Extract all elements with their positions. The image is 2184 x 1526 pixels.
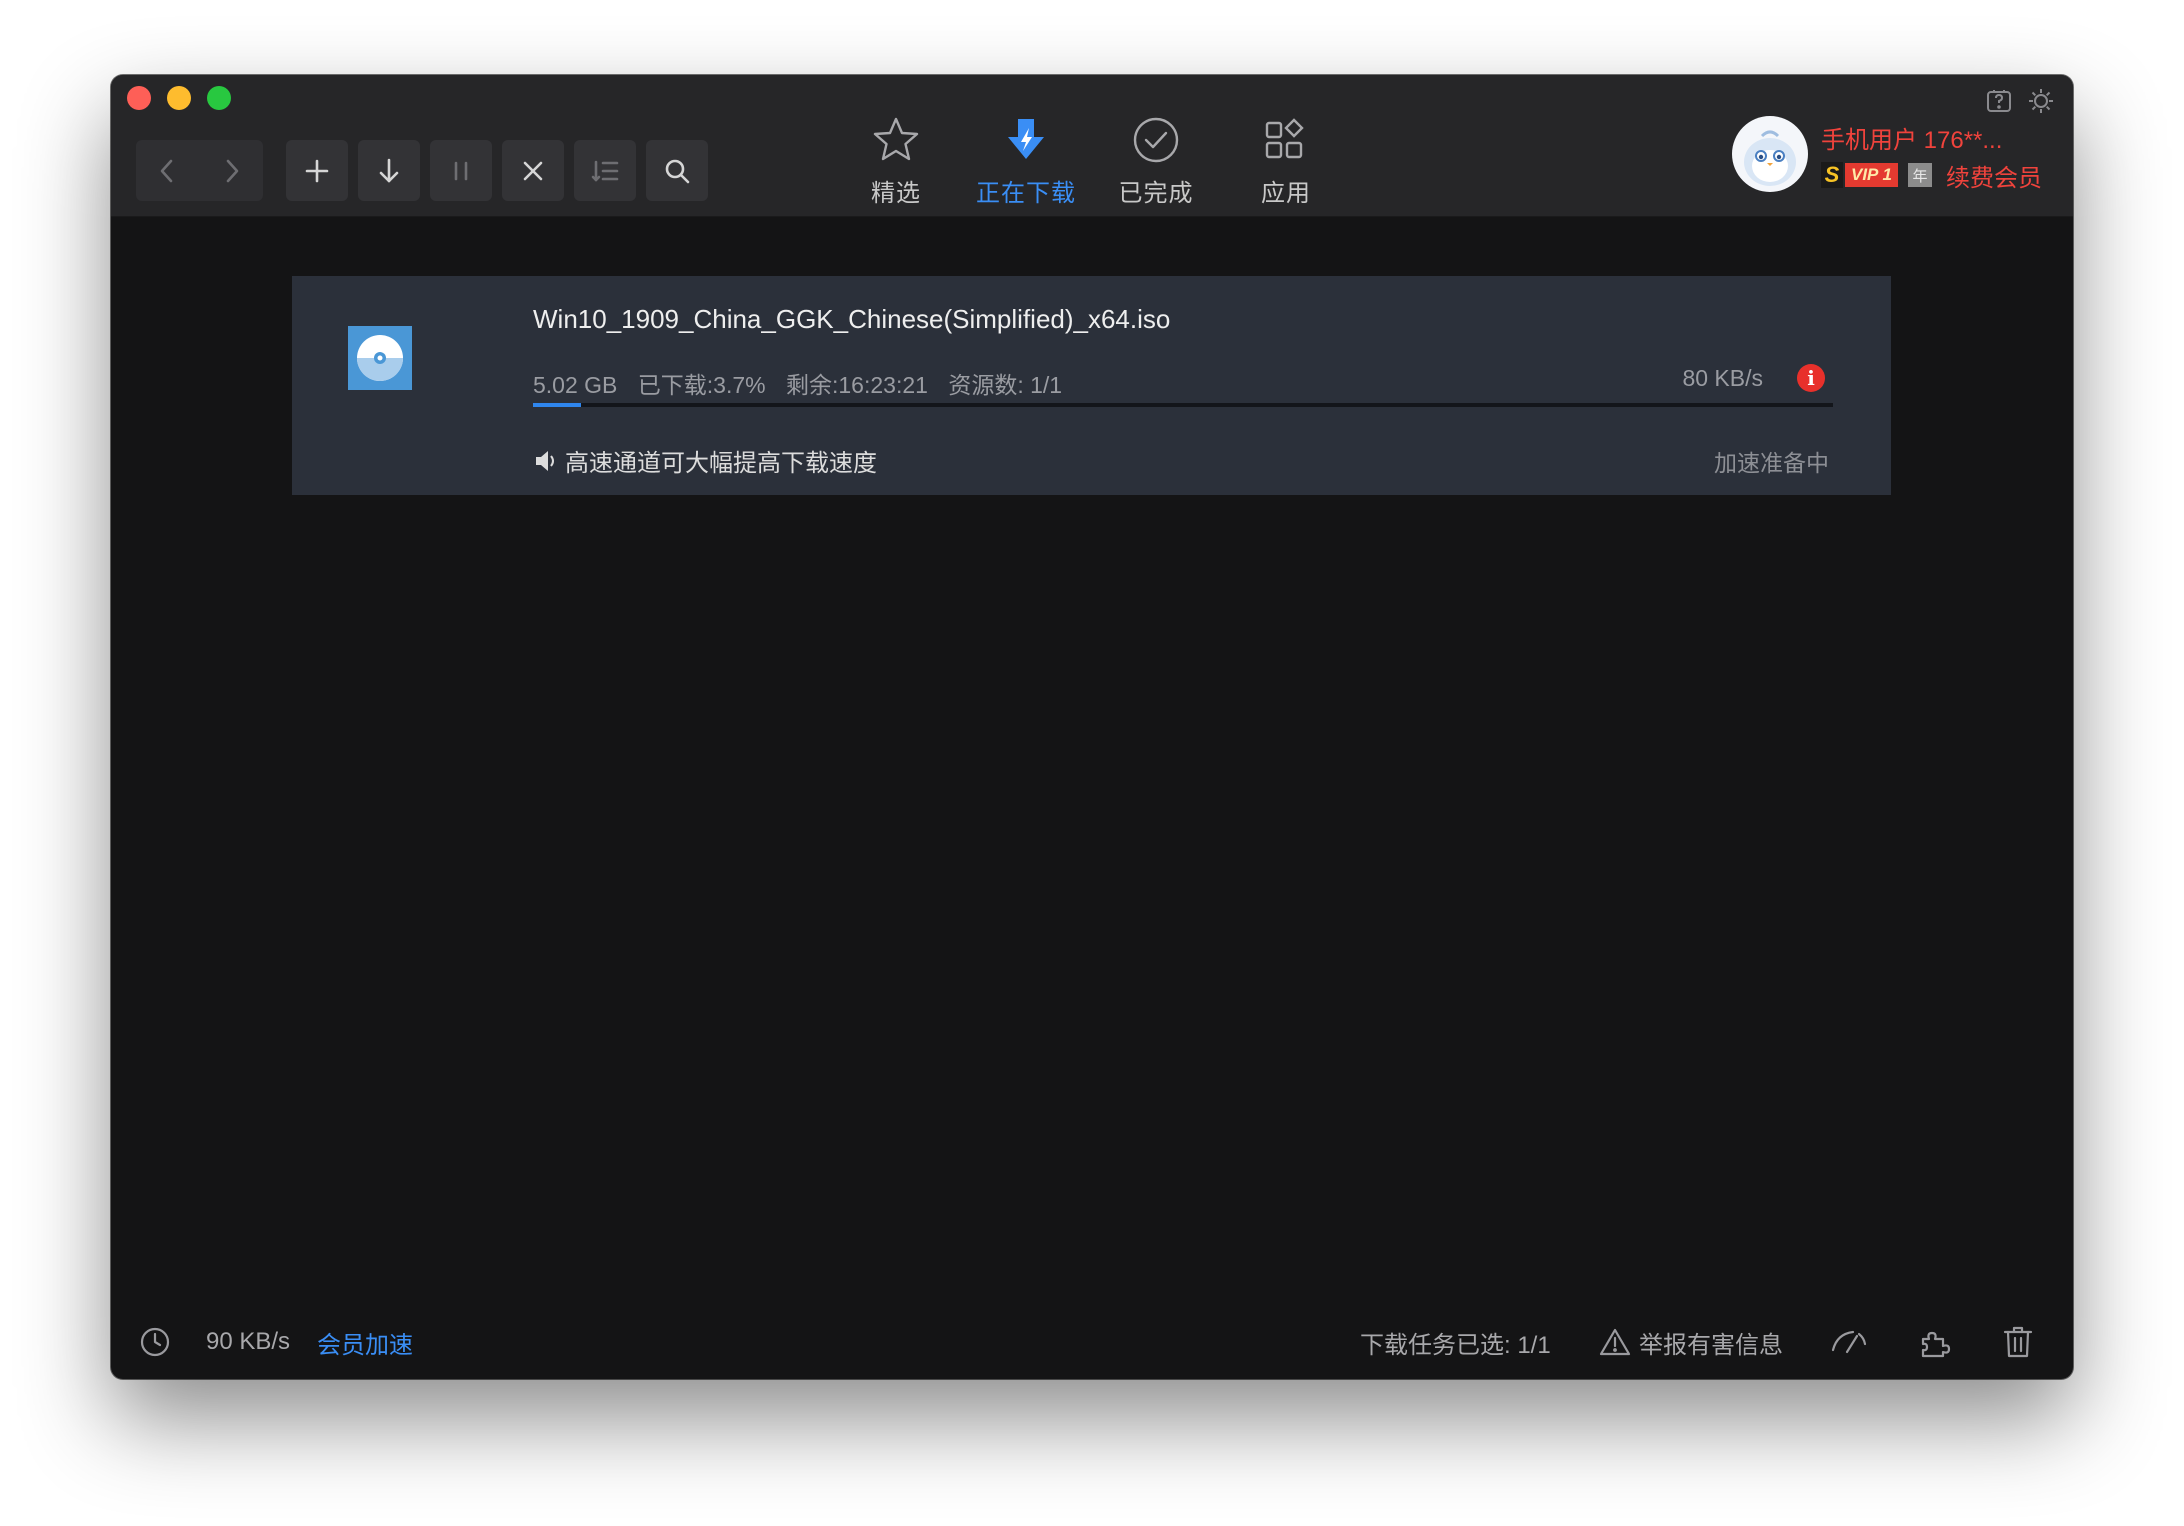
trash-button[interactable] [2002,1305,2034,1379]
selected-tasks-count: 下载任务已选: 1/1 [1360,1331,1551,1359]
add-icon [305,159,329,182]
close-icon [523,161,543,180]
help-button[interactable] [1985,87,2013,120]
task-meta: 5.02 GB 已下载:3.7% 剩余:16:23:21 资源数: 1/1 [533,366,1076,400]
iso-file-icon [348,326,412,390]
trash-icon [2003,1326,2033,1358]
pause-icon [454,161,468,180]
vip-row: S VIP 1 年 续费会员 [1821,161,2042,192]
task-remaining: 剩余:16:23:21 [786,372,928,398]
speaker-icon [536,450,554,471]
clock-icon [140,1327,170,1357]
start-download-button[interactable] [358,140,420,201]
renew-membership-link[interactable]: 续费会员 [1946,158,2042,193]
plugins-button[interactable] [1917,1305,1953,1379]
tab-apps[interactable]: 应用 [1226,109,1346,209]
super-vip-icon: S [1821,162,1843,188]
tab-downloading-label: 正在下载 [976,180,1076,207]
username[interactable]: 手机用户 176**... [1821,120,2002,155]
sort-button[interactable] [574,140,636,201]
task-speed: 80 KB/s [1682,365,1763,391]
tab-downloading[interactable]: 正在下载 [966,109,1086,209]
tab-completed-label: 已完成 [1118,180,1194,207]
info-icon[interactable]: i [1797,364,1825,392]
help-icon [1987,90,2011,112]
back-button[interactable] [136,140,198,201]
progress-bar [533,403,1833,407]
mascot-avatar-icon [1744,130,1796,186]
titlebar: 精选 正在下载 已完成 应用 手机用户 176**... S VIP 1 年 续… [111,75,2073,217]
avatar[interactable] [1732,116,1808,192]
back-icon [160,159,173,182]
report-harmful-button[interactable]: 举报有害信息 [1599,1305,1783,1379]
add-task-button[interactable] [286,140,348,201]
search-icon [665,159,690,183]
search-button[interactable] [646,140,708,201]
speed-channel-promo[interactable]: 高速通道可大幅提高下载速度 [533,443,877,478]
puzzle-icon [1921,1331,1951,1358]
pause-button[interactable] [430,140,492,201]
promo-text: 高速通道可大幅提高下载速度 [565,450,877,477]
window-close-button[interactable] [127,86,151,110]
gear-icon [2029,89,2053,113]
vip-accel-link[interactable]: 会员加速 [317,1305,413,1379]
speed-limit-button[interactable] [1829,1305,1869,1379]
task-filename: Win10_1909_China_GGK_Chinese(Simplified)… [533,304,1171,334]
forward-icon [226,159,239,182]
download-icon [379,158,399,182]
window-minimize-button[interactable] [167,86,191,110]
progress-bar-fill [533,403,582,407]
settings-button[interactable] [2027,87,2055,120]
tab-featured-label: 精选 [871,180,921,207]
total-speed: 90 KB/s [206,1328,291,1355]
download-bolt-icon [1008,119,1044,159]
delete-task-button[interactable] [502,140,564,201]
accel-status: 加速准备中 [1714,450,1829,476]
sort-icon [591,160,619,181]
report-label: 举报有害信息 [1639,1331,1783,1359]
speedometer-icon [1831,1330,1867,1354]
apps-grid-icon [1265,118,1304,159]
task-size: 5.02 GB [533,372,618,398]
check-circle-icon [1133,117,1179,163]
task-sources: 资源数: 1/1 [948,372,1063,398]
status-bar: 90 KB/s 会员加速 下载任务已选: 1/1 举报有害信息 [111,1305,2073,1379]
forward-button[interactable] [201,140,263,201]
download-task-row[interactable]: Win10_1909_China_GGK_Chinese(Simplified)… [292,276,1891,495]
window-maximize-button[interactable] [207,86,231,110]
vip-year-badge: 年 [1907,163,1932,187]
warning-icon [1599,1328,1631,1356]
task-downloaded: 已下载:3.7% [637,372,766,398]
tab-featured[interactable]: 精选 [836,109,956,209]
star-icon [873,117,919,161]
schedule-button[interactable] [139,1305,171,1379]
app-window: 精选 正在下载 已完成 应用 手机用户 176**... S VIP 1 年 续… [111,75,2073,1379]
tab-completed[interactable]: 已完成 [1096,109,1216,209]
tab-apps-label: 应用 [1261,180,1311,207]
vip-level-badge: VIP 1 [1845,163,1898,187]
